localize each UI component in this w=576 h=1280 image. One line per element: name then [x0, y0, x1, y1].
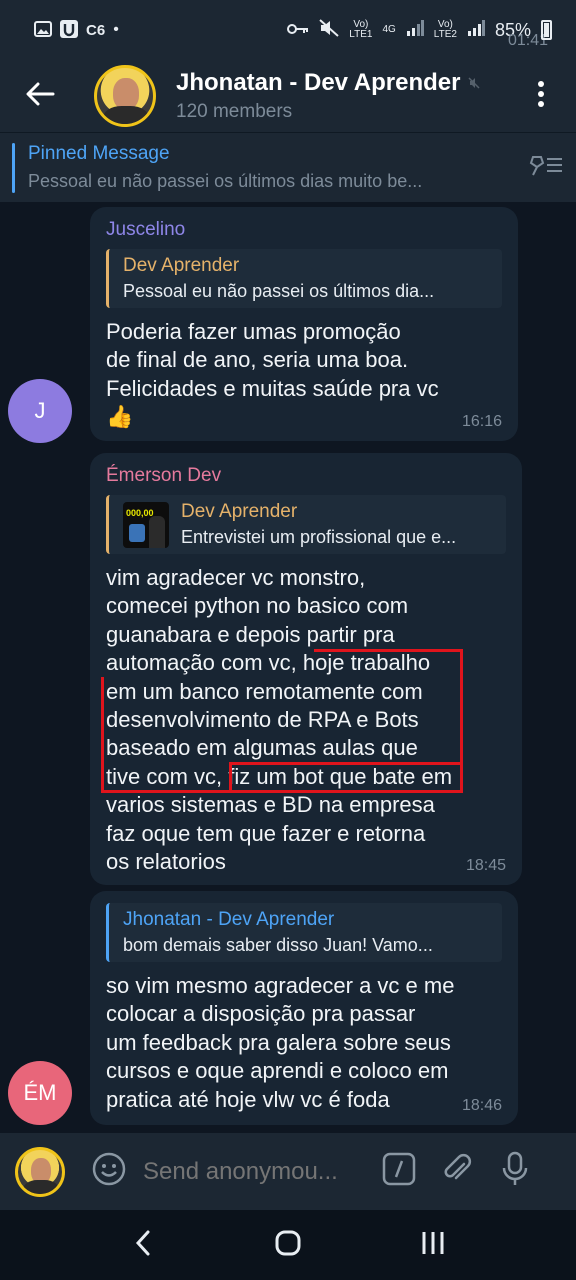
battery-icon: [541, 20, 552, 40]
attach-button[interactable]: [435, 1150, 479, 1194]
pinned-list-button[interactable]: [516, 153, 576, 182]
message-time: 16:16: [461, 413, 502, 430]
group-title-text: Jhonatan - Dev Aprender: [176, 69, 461, 96]
muted-icon: [467, 69, 481, 96]
network-volte-2: Vo) LTE2: [433, 19, 457, 40]
gallery-icon: [34, 20, 52, 40]
key-icon: [287, 20, 309, 41]
group-avatar[interactable]: [94, 65, 156, 127]
message-bubble[interactable]: Émerson Dev 000,00 Dev Aprender Entrevis…: [90, 453, 522, 885]
sender-name[interactable]: Émerson Dev: [106, 465, 506, 487]
avatar-emerson[interactable]: ÉM: [8, 1061, 72, 1125]
c6-icon: C6: [86, 21, 106, 39]
chat-header: Jhonatan - Dev Aprender 120 members: [0, 60, 576, 132]
smiley-icon: [91, 1151, 127, 1192]
network-volte-1: Vo) LTE1: [349, 19, 373, 40]
more-options-button[interactable]: [506, 60, 576, 132]
group-info[interactable]: Jhonatan - Dev Aprender 120 members: [176, 69, 506, 123]
emoji-button[interactable]: [89, 1152, 129, 1192]
recents-icon: [420, 1230, 446, 1261]
reply-preview[interactable]: Dev Aprender Pessoal eu não passei os úl…: [106, 249, 502, 308]
mute-icon: [319, 18, 339, 42]
message-composer: [0, 1133, 576, 1210]
group-title: Jhonatan - Dev Aprender: [176, 69, 506, 97]
reply-author: Dev Aprender: [123, 255, 240, 276]
home-icon: [274, 1229, 302, 1262]
paperclip-icon: [440, 1152, 474, 1191]
avatar-letter: ÉM: [23, 1080, 57, 1105]
voice-message-button[interactable]: [493, 1150, 537, 1194]
reply-text: Entrevistei um profissional que e...: [181, 527, 457, 547]
signal-icon-2: [467, 19, 485, 41]
nav-home-button[interactable]: [258, 1215, 318, 1275]
avatar-letter: J: [34, 398, 46, 423]
sender-name[interactable]: Juscelino: [106, 219, 502, 241]
message-time: 18:45: [465, 857, 506, 874]
avatar-juscelino[interactable]: J: [8, 379, 72, 443]
reply-text: Pessoal eu não passei os últimos dia...: [123, 281, 435, 301]
chevron-left-icon: [134, 1229, 152, 1262]
bot-commands-button[interactable]: [377, 1150, 421, 1194]
pinned-indicator: [12, 142, 15, 193]
message-input[interactable]: [143, 1157, 363, 1186]
pinned-message-bar[interactable]: Pinned Message Pessoal eu não passei os …: [0, 132, 576, 202]
reply-preview[interactable]: Jhonatan - Dev Aprender bom demais saber…: [106, 903, 502, 962]
u-icon: [60, 19, 78, 41]
pin-list-icon: [529, 153, 563, 182]
member-count: 120 members: [176, 101, 293, 122]
reply-author: Dev Aprender: [181, 501, 298, 522]
reply-thumbnail: 000,00: [123, 501, 169, 548]
message-bubble[interactable]: Juscelino Dev Aprender Pessoal eu não pa…: [90, 207, 518, 441]
reply-author: Jhonatan - Dev Aprender: [123, 909, 335, 930]
pinned-content: Pinned Message Pessoal eu não passei os …: [28, 143, 516, 192]
nav-recents-button[interactable]: [403, 1215, 463, 1275]
more-vertical-icon: [537, 80, 545, 113]
dot-icon: •: [113, 21, 119, 38]
reply-text: bom demais saber disso Juan! Vamo...: [123, 935, 433, 955]
pinned-preview: Pessoal eu não passei os últimos dias mu…: [28, 171, 423, 191]
send-as-avatar[interactable]: [15, 1146, 65, 1197]
arrow-left-icon: [25, 82, 55, 111]
message-text: vim agradecer vc monstro, comecei python…: [106, 565, 453, 875]
message-text: Poderia fazer umas promoção de final de …: [106, 319, 439, 430]
network-type-4g: 4G: [382, 24, 396, 35]
message-time: 18:46: [461, 1097, 502, 1114]
thumbnail-label: 000,00: [126, 507, 154, 518]
message-bubble[interactable]: Jhonatan - Dev Aprender bom demais saber…: [90, 891, 518, 1125]
reply-preview[interactable]: 000,00 Dev Aprender Entrevistei um profi…: [106, 495, 506, 554]
microphone-icon: [500, 1151, 530, 1192]
slash-command-icon: [382, 1152, 416, 1191]
pinned-title: Pinned Message: [28, 143, 170, 164]
message-list[interactable]: J Juscelino Dev Aprender Pessoal eu não …: [0, 203, 576, 1133]
status-left-icons: C6 •: [34, 19, 119, 41]
nav-back-button[interactable]: [113, 1215, 173, 1275]
message-text: so vim mesmo agradecer a vc e me colocar…: [106, 973, 455, 1112]
signal-icon-1: [406, 19, 424, 41]
status-bar: 01:41 C6 • Vo) LTE1 4G Vo) LTE2 85%: [0, 0, 576, 60]
back-button[interactable]: [0, 60, 80, 132]
system-navigation-bar: [0, 1210, 576, 1280]
